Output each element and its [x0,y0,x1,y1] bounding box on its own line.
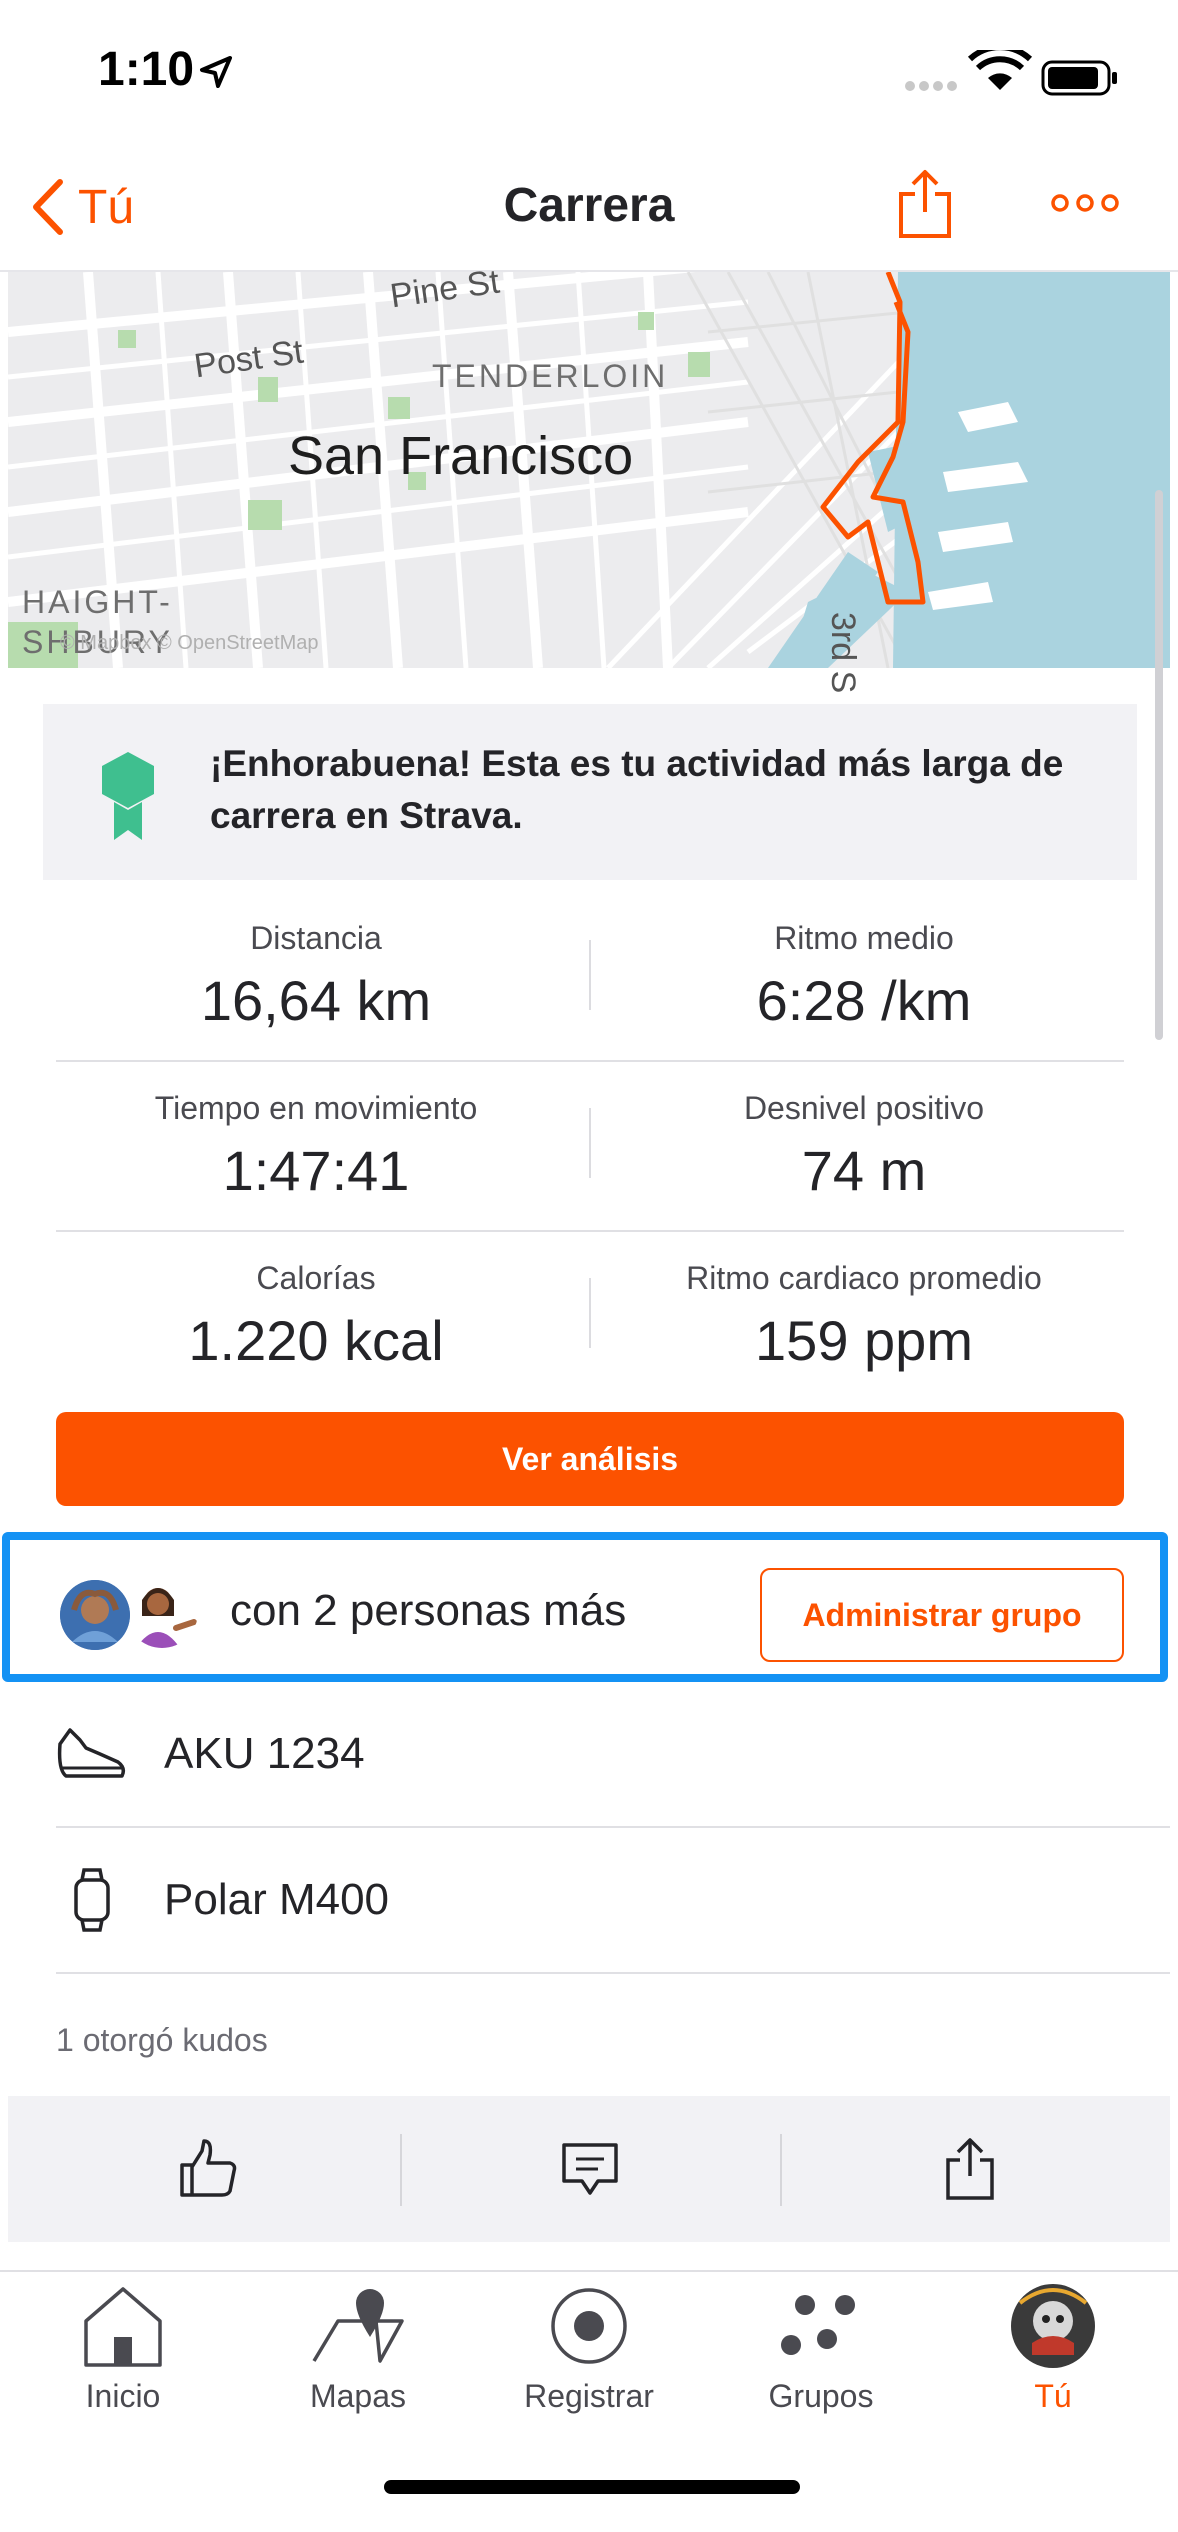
map-icon [310,2280,406,2372]
stat-value: 74 m [801,1139,927,1202]
gear-label: AKU 1234 [164,1729,365,1778]
kudos-count[interactable]: 1 otorgó kudos [56,2022,268,2059]
stat-value: 16,64 km [200,969,432,1032]
manage-group-button[interactable]: Administrar grupo [760,1568,1124,1662]
stats-row-divider [56,1060,1124,1062]
status-icons [905,50,1117,96]
stat-label: Desnivel positivo [743,1090,985,1126]
tab-label: Registrar [524,2378,654,2414]
stat-value: 1:47:41 [222,1139,410,1202]
map-label-city: San Francisco [288,426,634,486]
map-attribution: © Mapbox © OpenStreetMap [60,632,319,654]
group-text: con 2 personas más [230,1586,627,1635]
tab-label: Mapas [309,2378,407,2414]
gear-divider [56,1972,1170,1974]
tab-maps[interactable]: Mapas [240,2280,476,2430]
tab-label: Grupos [768,2378,874,2414]
stat-value: 159 ppm [755,1309,973,1372]
wifi-icon [967,50,1033,90]
view-analysis-button[interactable]: Ver análisis [56,1412,1124,1506]
page-title: Carrera [503,179,675,232]
gear-row-shoe[interactable]: AKU 1234 [56,1682,1170,1826]
stat-divider [589,940,591,1010]
group-member-avatar[interactable] [60,1580,130,1650]
stat-divider [589,1108,591,1178]
stat-label: Ritmo cardiaco promedio [686,1260,1042,1296]
home-icon [82,2280,164,2372]
tab-you[interactable]: Tú [935,2280,1171,2430]
tab-bar-divider [0,2270,1178,2272]
status-time: 1:10 [98,43,195,96]
battery-icon [1041,60,1117,96]
stats-row-divider [56,1230,1124,1232]
stat-divider [589,1278,591,1348]
stat-value: 1.220 kcal [188,1309,444,1372]
map-label-neighborhood-line1: HAIGHT- [22,584,173,620]
group-member-avatar[interactable] [126,1576,198,1648]
stat-value: 6:28 /km [756,969,972,1032]
stat-label: Calorías [256,1260,376,1296]
stat-label: Distancia [250,920,382,956]
comment-button[interactable] [400,2096,780,2242]
groups-icon [779,2280,863,2372]
share-activity-button[interactable] [780,2096,1160,2242]
scroll-indicator [1155,490,1163,1040]
share-icon [946,2138,994,2200]
achievement-badge-icon [102,752,154,840]
profile-avatar [1010,2280,1096,2372]
watch-icon [56,1864,128,1936]
tab-label: Inicio [85,2378,161,2414]
cellular-signal-icon [905,81,957,91]
map-label-district: TENDERLOIN [432,358,669,394]
stat-label: Ritmo medio [774,920,954,956]
home-indicator[interactable] [384,2480,800,2494]
achievement-text: ¡Enhorabuena! Esta es tu actividad más l… [210,743,1064,836]
gear-label: Polar M400 [164,1875,390,1924]
more-options-icon[interactable] [1050,188,1120,218]
tab-home[interactable]: Inicio [5,2280,241,2430]
map-label-3rd: 3rd S [824,612,862,694]
record-icon [549,2280,629,2372]
comment-icon [562,2143,618,2195]
stat-label: Tiempo en movimiento [154,1090,478,1126]
tab-record[interactable]: Registrar [471,2280,707,2430]
gear-row-watch[interactable]: Polar M400 [56,1828,1170,1972]
kudos-button[interactable] [18,2096,398,2242]
share-icon[interactable] [895,168,955,240]
tab-groups[interactable]: Grupos [703,2280,939,2430]
location-arrow-icon [200,56,232,88]
shoe-icon [56,1718,128,1790]
tab-label: Tú [1034,2378,1072,2414]
thumbs-up-icon [180,2139,237,2197]
